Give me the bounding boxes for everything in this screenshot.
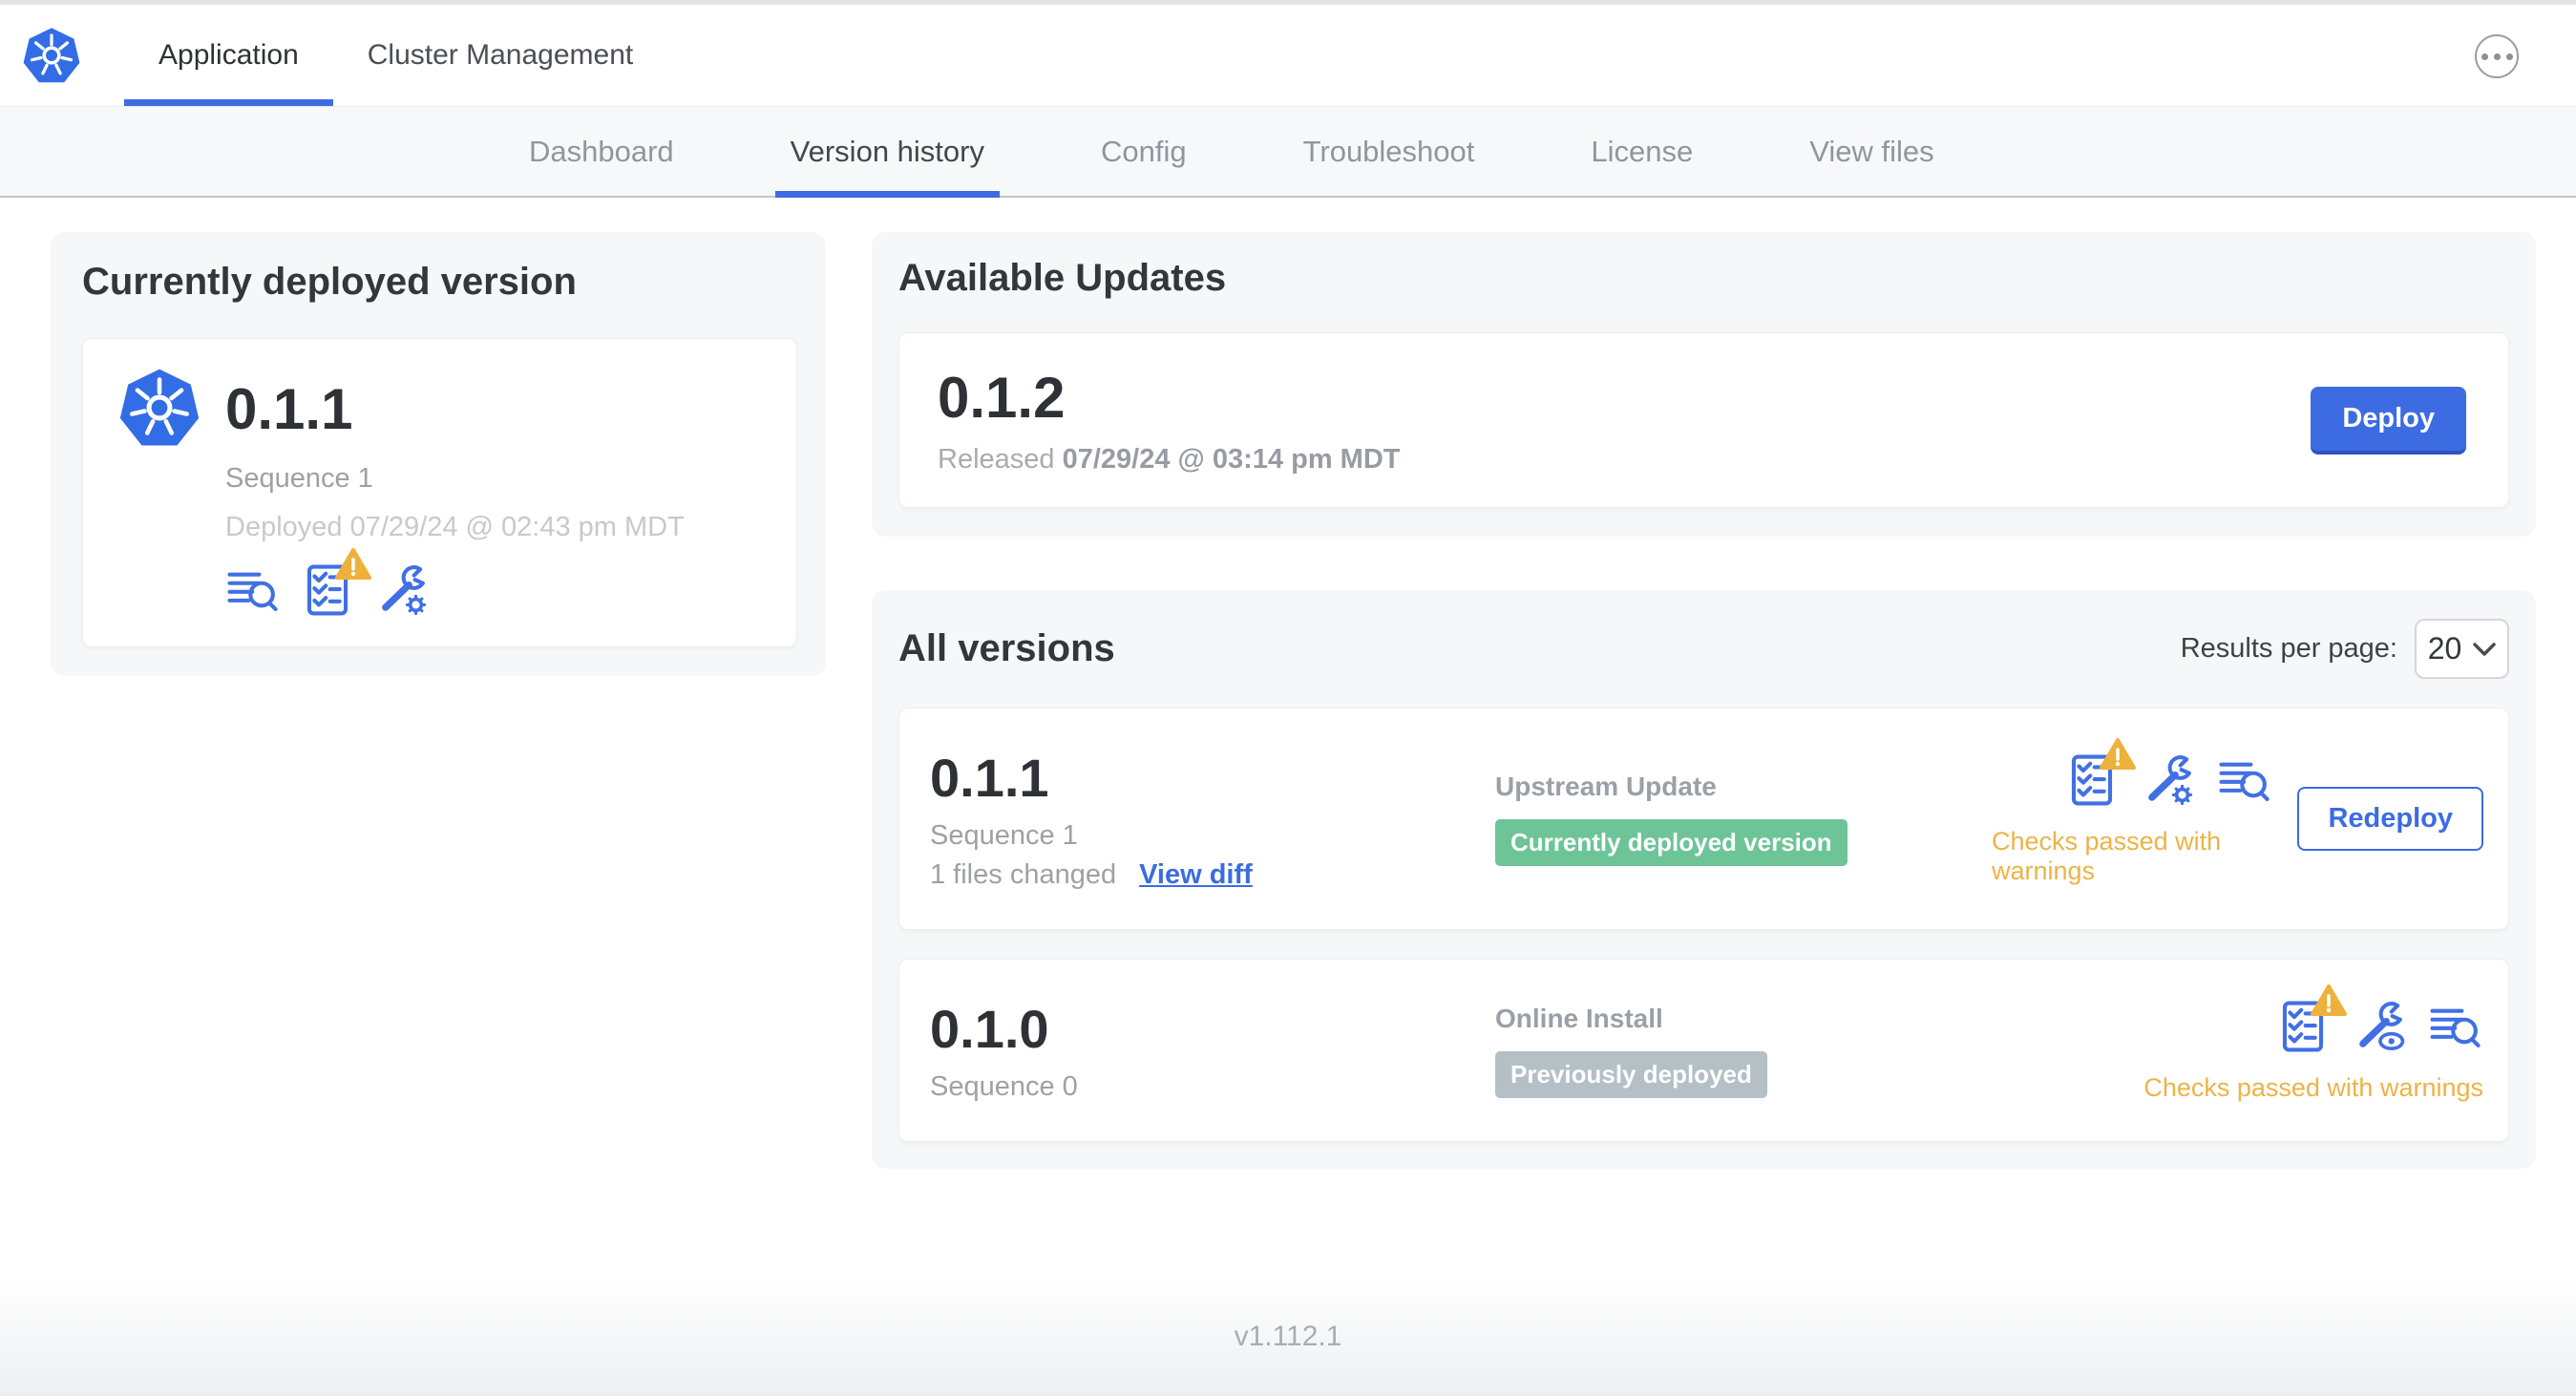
all-versions-heading: All versions — [898, 627, 1115, 669]
tab-config[interactable]: Config — [1086, 107, 1202, 196]
more-options-button[interactable] — [2475, 34, 2519, 78]
redeploy-button[interactable]: Redeploy — [2297, 787, 2483, 851]
tab-license[interactable]: License — [1575, 107, 1708, 196]
version-source-label: Upstream Update — [1495, 772, 1717, 801]
app-subnav: Dashboard Version history Config Trouble… — [0, 107, 2576, 198]
top-tab-application-label: Application — [158, 39, 299, 71]
available-updates-panel: Available Updates 0.1.2 Released 07/29/2… — [872, 232, 2536, 537]
current-version-number: 0.1.1 — [225, 376, 353, 441]
right-column: Available Updates 0.1.2 Released 07/29/2… — [872, 232, 2536, 1169]
all-versions-panel: All versions Results per page: 20 0.1.1 … — [872, 590, 2536, 1169]
currently-deployed-badge: Currently deployed version — [1495, 819, 1848, 866]
deploy-logs-icon[interactable] — [2428, 999, 2483, 1054]
page: Application Cluster Management Dashboard… — [0, 0, 2576, 1396]
header: Application Cluster Management — [0, 5, 2576, 107]
row-sequence: Sequence 1 — [930, 820, 1078, 851]
top-tab-cluster-management[interactable]: Cluster Management — [333, 5, 667, 106]
current-version-heading: Currently deployed version — [82, 261, 577, 303]
previously-deployed-badge: Previously deployed — [1495, 1050, 1767, 1098]
deploy-logs-icon[interactable] — [2217, 752, 2272, 808]
update-released-date: Released 07/29/24 @ 03:14 pm MDT — [938, 444, 1401, 475]
view-config-icon[interactable] — [2352, 999, 2407, 1054]
version-row-0-1-1: 0.1.1 Sequence 1 1 files changed View di… — [898, 708, 2509, 930]
ellipsis-icon — [2481, 53, 2488, 60]
current-version-deployed-date: Deployed 07/29/24 @ 02:43 pm MDT — [225, 512, 685, 542]
row-sequence: Sequence 0 — [930, 1071, 1078, 1102]
warning-triangle-icon — [2311, 984, 2347, 1016]
available-update-card: 0.1.2 Released 07/29/24 @ 03:14 pm MDT D… — [898, 332, 2509, 508]
kubernetes-app-icon — [119, 368, 200, 450]
edit-config-icon[interactable] — [374, 562, 430, 618]
edit-config-icon[interactable] — [2141, 752, 2196, 808]
current-version-sequence: Sequence 1 — [225, 463, 373, 494]
results-per-page-label: Results per page: — [2180, 633, 2397, 664]
version-source-label: Online Install — [1495, 1003, 1663, 1033]
current-version-panel: Currently deployed version 0.1.1 Sequenc… — [51, 232, 826, 676]
row-version-number: 0.1.1 — [930, 748, 1049, 808]
tab-troubleshoot[interactable]: Troubleshoot — [1288, 107, 1490, 196]
footer: v1.112.1 — [0, 1277, 2576, 1396]
kubernetes-logo — [23, 26, 80, 85]
available-updates-heading: Available Updates — [898, 257, 1227, 299]
chevron-down-icon — [2473, 642, 2497, 656]
tab-version-history[interactable]: Version history — [774, 107, 1001, 198]
view-diff-link[interactable]: View diff — [1139, 859, 1253, 891]
console-version-text: v1.112.1 — [1234, 1320, 1342, 1352]
update-version-number: 0.1.2 — [938, 366, 1066, 430]
preflight-status-text: Checks passed with warnings — [1992, 826, 2222, 885]
warning-triangle-icon — [2100, 737, 2137, 770]
preflight-status-text: Checks passed with warnings — [2143, 1072, 2483, 1102]
results-per-page-select[interactable]: 20 — [2415, 619, 2509, 679]
deploy-button[interactable]: Deploy — [2311, 386, 2466, 455]
current-version-card: 0.1.1 Sequence 1 Deployed 07/29/24 @ 02:… — [82, 338, 797, 647]
tab-dashboard[interactable]: Dashboard — [514, 107, 689, 196]
preflight-checks-icon[interactable] — [2064, 737, 2137, 808]
tab-view-files[interactable]: View files — [1794, 107, 1949, 196]
main-content: Currently deployed version 0.1.1 Sequenc… — [0, 198, 2576, 1169]
top-tab-cluster-management-label: Cluster Management — [367, 39, 634, 71]
files-changed-label: 1 files changed — [930, 859, 1117, 890]
preflight-checks-icon[interactable] — [300, 548, 371, 618]
deploy-logs-icon[interactable] — [225, 562, 281, 618]
row-version-number: 0.1.0 — [930, 999, 1049, 1059]
warning-triangle-icon — [335, 548, 371, 580]
version-row-0-1-0: 0.1.0 Sequence 0 Online Install Previous… — [898, 959, 2509, 1142]
results-per-page-value: 20 — [2427, 631, 2462, 666]
preflight-checks-icon[interactable] — [2275, 984, 2347, 1054]
top-tab-application[interactable]: Application — [124, 5, 333, 106]
